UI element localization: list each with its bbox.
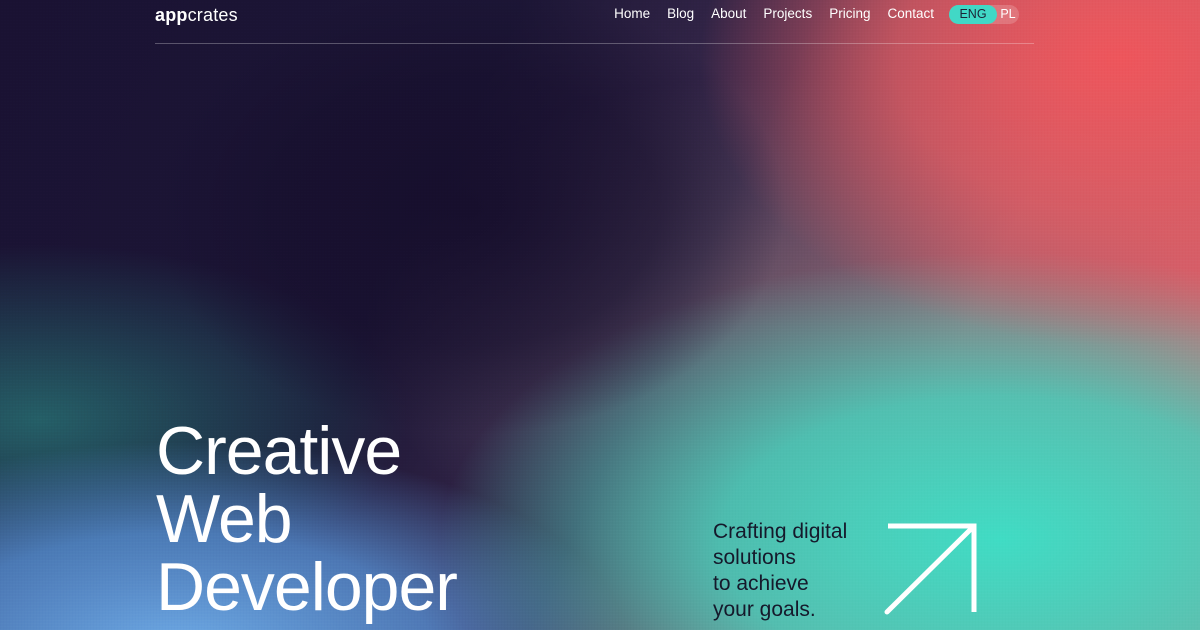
hero-tagline: Crafting digital solutions to achieve yo… [713, 519, 847, 623]
logo-bold-text: app [155, 5, 188, 25]
nav-blog-link[interactable]: Blog [667, 6, 694, 21]
logo-light-text: crates [187, 5, 238, 25]
arrow-up-right-icon[interactable] [884, 522, 980, 616]
hero-title-line: Web [156, 481, 293, 557]
nav-pricing-link[interactable]: Pricing [829, 6, 870, 21]
hero-title-line: Creative [156, 413, 402, 489]
language-option-pl[interactable]: PL [997, 5, 1019, 24]
hero-title-line: Developer [156, 549, 458, 625]
tagline-line: to achieve [713, 572, 809, 595]
main-menu: Home Blog About Projects Pricing Contact [614, 6, 934, 21]
nav-projects-link[interactable]: Projects [763, 6, 812, 21]
hero-title: Creative Web Developer [156, 413, 458, 625]
top-navigation: appcrates Home Blog About Projects Prici… [155, 0, 1034, 44]
arrow-up-right-icon-svg [884, 523, 977, 615]
logo[interactable]: appcrates [155, 5, 238, 26]
tagline-line: Crafting digital [713, 520, 848, 543]
nav-contact-link[interactable]: Contact [887, 6, 934, 21]
language-option-eng[interactable]: ENG [949, 5, 997, 24]
tagline-line: your goals. [713, 598, 816, 621]
language-toggle[interactable]: ENG PL [949, 5, 1019, 24]
hero-page: appcrates Home Blog About Projects Prici… [0, 0, 1200, 630]
nav-about-link[interactable]: About [711, 6, 746, 21]
nav-home-link[interactable]: Home [614, 6, 650, 21]
tagline-line: solutions [713, 546, 796, 569]
